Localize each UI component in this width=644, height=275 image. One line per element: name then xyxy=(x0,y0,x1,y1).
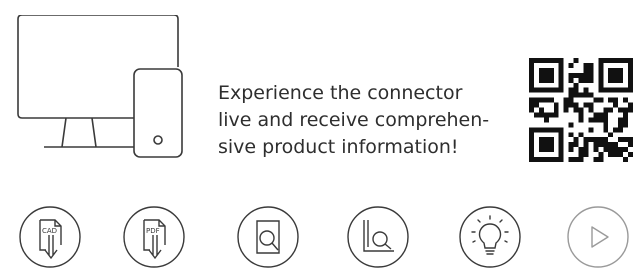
chart-search-icon xyxy=(347,206,409,268)
qr-code[interactable] xyxy=(529,58,633,162)
action-icon-row: CAD PDF xyxy=(0,205,644,275)
promo-text: Experience the connector live and receiv… xyxy=(218,80,498,161)
promo-line-1: Experience the connector xyxy=(218,82,463,104)
chart-analysis-button[interactable] xyxy=(346,205,410,269)
play-icon xyxy=(567,206,629,268)
promo-line-3: sive product information! xyxy=(218,136,459,158)
product-search-button[interactable] xyxy=(236,205,300,269)
cad-download-button[interactable]: CAD xyxy=(18,205,82,269)
document-search-icon xyxy=(237,206,299,268)
lightbulb-icon xyxy=(459,206,521,268)
qr-code-icon xyxy=(529,58,633,162)
promo-line-2: live and receive comprehen- xyxy=(218,109,490,131)
pdf-badge: PDF xyxy=(146,227,160,235)
play-video-button[interactable] xyxy=(566,205,630,269)
desktop-and-phone-icon xyxy=(17,14,183,158)
pdf-download-icon: PDF xyxy=(123,206,185,268)
idea-button[interactable] xyxy=(458,205,522,269)
cad-badge: CAD xyxy=(42,227,57,235)
devices-illustration xyxy=(14,14,204,160)
pdf-download-button[interactable]: PDF xyxy=(122,205,186,269)
cad-download-icon: CAD xyxy=(19,206,81,268)
